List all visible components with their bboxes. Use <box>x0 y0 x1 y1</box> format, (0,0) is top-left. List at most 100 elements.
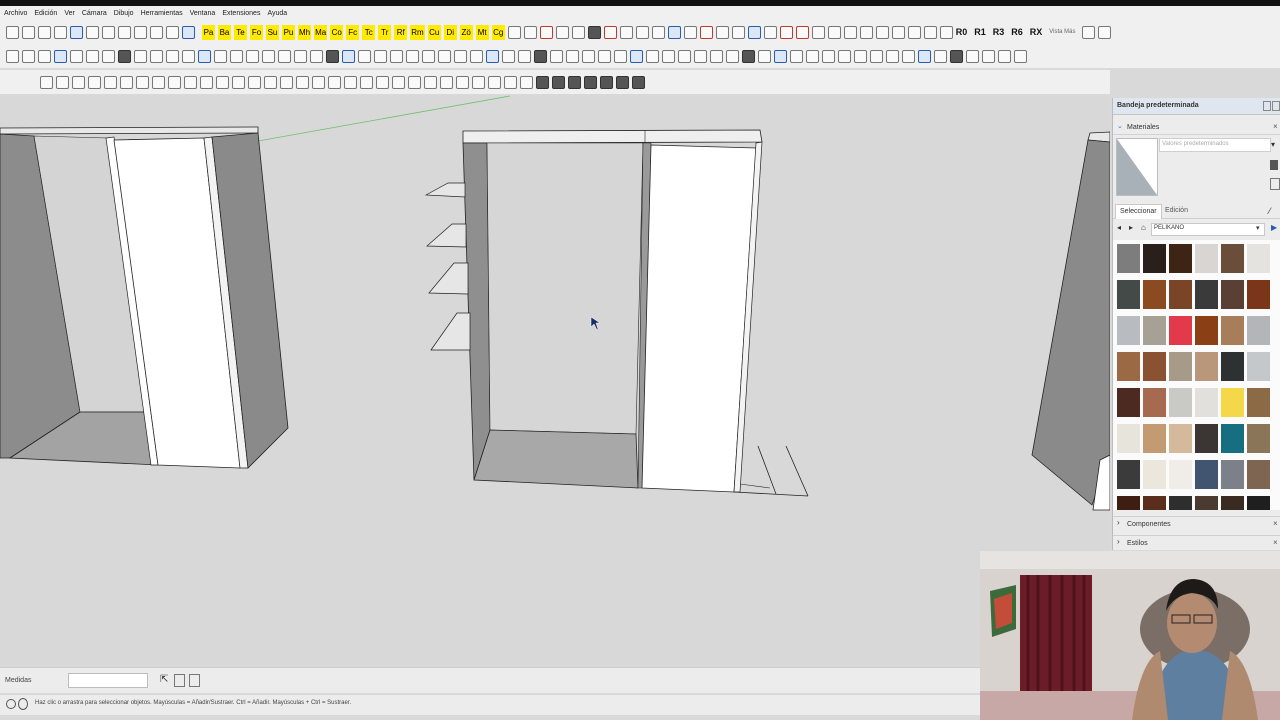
material-swatch[interactable] <box>1221 460 1244 489</box>
toolbar3-tool-icon[interactable] <box>536 75 549 89</box>
plugin-tool-button[interactable]: Fo <box>250 24 263 40</box>
toolbar2-tool-icon[interactable] <box>182 49 195 63</box>
toolbar3-tool-icon[interactable] <box>296 75 309 89</box>
toolbar1-tool-icon[interactable] <box>651 25 665 39</box>
materials-section-header[interactable]: ⌄ Materiales × <box>1113 120 1280 135</box>
plugin-tool-button[interactable]: Rm <box>410 24 425 40</box>
toolbar1-tool-icon[interactable] <box>38 25 51 39</box>
material-swatch[interactable] <box>1143 244 1166 273</box>
material-swatch[interactable] <box>1195 280 1218 309</box>
toolbar3-tool-icon[interactable] <box>584 75 597 89</box>
plugin-tool-button[interactable]: Ba <box>218 24 231 40</box>
toolbar1-tool-icon[interactable] <box>70 25 83 39</box>
material-swatch[interactable] <box>1143 316 1166 345</box>
material-swatch[interactable] <box>1195 496 1218 510</box>
toolbar2-tool-icon[interactable] <box>598 49 611 63</box>
eyedropper-icon[interactable]: ⁄ <box>1269 206 1271 216</box>
material-swatch[interactable] <box>1117 460 1140 489</box>
toolbar2-tool-icon[interactable] <box>806 49 819 63</box>
rotation-command-button[interactable]: RX <box>1030 27 1043 37</box>
3d-viewport[interactable] <box>0 95 1110 665</box>
toolbar1-tool-icon[interactable] <box>699 25 713 39</box>
toolbar1-tool-icon[interactable] <box>811 25 825 39</box>
toolbar2-tool-icon[interactable] <box>710 49 723 63</box>
toolbar2-tool-icon[interactable] <box>54 49 67 63</box>
toolbar3-tool-icon[interactable] <box>568 75 581 89</box>
toolbar2-tool-icon[interactable] <box>822 49 835 63</box>
plugin-tool-button[interactable]: Rf <box>394 24 408 40</box>
plugin-tool-button[interactable]: Co <box>330 24 344 40</box>
material-swatch[interactable] <box>1143 496 1166 510</box>
toolbar3-tool-icon[interactable] <box>472 75 485 89</box>
toolbar2-tool-icon[interactable] <box>150 49 163 63</box>
library-dropdown[interactable]: PELIKANO ▾ <box>1151 223 1265 236</box>
toolbar3-tool-icon[interactable] <box>440 75 453 89</box>
material-swatch[interactable] <box>1117 352 1140 381</box>
toolbar2-tool-icon[interactable] <box>438 49 451 63</box>
toolbar1-tool-icon[interactable] <box>571 25 585 39</box>
toolbar1-tool-icon[interactable] <box>843 25 857 39</box>
menu-item-6[interactable]: Ventana <box>190 10 216 17</box>
material-swatch[interactable] <box>1247 280 1270 309</box>
instructor-icon[interactable] <box>189 674 200 687</box>
menu-item-8[interactable]: Ayuda <box>267 10 287 17</box>
toolbar2-tool-icon[interactable] <box>358 49 371 63</box>
toolbar2-tool-icon[interactable] <box>902 49 915 63</box>
toolbar2-tool-icon[interactable] <box>566 49 579 63</box>
toolbar3-tool-icon[interactable] <box>200 75 213 89</box>
left-cabinet-model[interactable] <box>0 126 289 469</box>
home-icon[interactable]: ⌂ <box>1141 223 1146 232</box>
material-swatch[interactable] <box>1247 316 1270 345</box>
material-swatch[interactable] <box>1143 388 1166 417</box>
material-swatch[interactable] <box>1169 244 1192 273</box>
toolbar2-tool-icon[interactable] <box>262 49 275 63</box>
toolbar2-tool-icon[interactable] <box>342 49 355 63</box>
toolbar2-tool-icon[interactable] <box>246 49 259 63</box>
material-swatch[interactable] <box>1169 388 1192 417</box>
material-swatch[interactable] <box>1143 424 1166 453</box>
toolbar1-tool-icon[interactable] <box>555 25 569 39</box>
toolbar1-tool-icon[interactable] <box>539 25 553 39</box>
material-swatch[interactable] <box>1117 244 1140 273</box>
menu-item-5[interactable]: Herramientas <box>141 10 183 17</box>
paint-bucket-icon[interactable] <box>1270 160 1278 170</box>
toolbar2-tool-icon[interactable] <box>6 49 19 63</box>
close-section-icon[interactable]: × <box>1273 538 1278 547</box>
toolbar1-tool-icon[interactable] <box>102 25 115 39</box>
menu-item-3[interactable]: Cámara <box>82 10 107 17</box>
toolbar2-tool-icon[interactable] <box>518 49 531 63</box>
toolbar2-tool-icon[interactable] <box>310 49 323 63</box>
toolbar3-tool-icon[interactable] <box>264 75 277 89</box>
toolbar1-tool-icon[interactable] <box>118 25 131 39</box>
toolbar1-tool-icon[interactable] <box>182 25 195 39</box>
toolbar3-tool-icon[interactable] <box>88 75 101 89</box>
toolbar1-tool-icon[interactable] <box>827 25 841 39</box>
menu-item-1[interactable]: Edición <box>34 10 57 17</box>
material-swatch[interactable] <box>1117 388 1140 417</box>
close-section-icon[interactable]: × <box>1273 519 1278 528</box>
toolbar1-tool-icon[interactable] <box>166 25 179 39</box>
right-cabinet-model[interactable] <box>1031 131 1110 511</box>
toolbar3-tool-icon[interactable] <box>136 75 149 89</box>
plugin-tool-button[interactable]: Te <box>234 24 247 40</box>
material-swatch[interactable] <box>1221 424 1244 453</box>
toolbar1-tool-icon[interactable] <box>747 25 761 39</box>
toolbar3-tool-icon[interactable] <box>456 75 469 89</box>
back-arrow-icon[interactable]: ◂ <box>1117 223 1121 232</box>
toolbar2-tool-icon[interactable] <box>854 49 867 63</box>
toolbar2-tool-icon[interactable] <box>918 49 931 63</box>
toolbar2-tool-icon[interactable] <box>966 49 979 63</box>
material-swatch[interactable] <box>1221 388 1244 417</box>
toolbar1-tool-icon[interactable] <box>635 25 649 39</box>
toolbar2-tool-icon[interactable] <box>390 49 403 63</box>
toolbar2-tool-icon[interactable] <box>582 49 595 63</box>
toolbar3-tool-icon[interactable] <box>520 75 533 89</box>
toolbar2-tool-icon[interactable] <box>454 49 467 63</box>
toolbar1-tool-icon[interactable] <box>907 25 921 39</box>
toolbar2-tool-icon[interactable] <box>998 49 1011 63</box>
toolbar2-tool-icon[interactable] <box>294 49 307 63</box>
plugin-tool-button[interactable]: Cg <box>491 24 505 40</box>
material-swatch[interactable] <box>1195 388 1218 417</box>
toolbar3-tool-icon[interactable] <box>360 75 373 89</box>
toolbar2-tool-icon[interactable] <box>646 49 659 63</box>
